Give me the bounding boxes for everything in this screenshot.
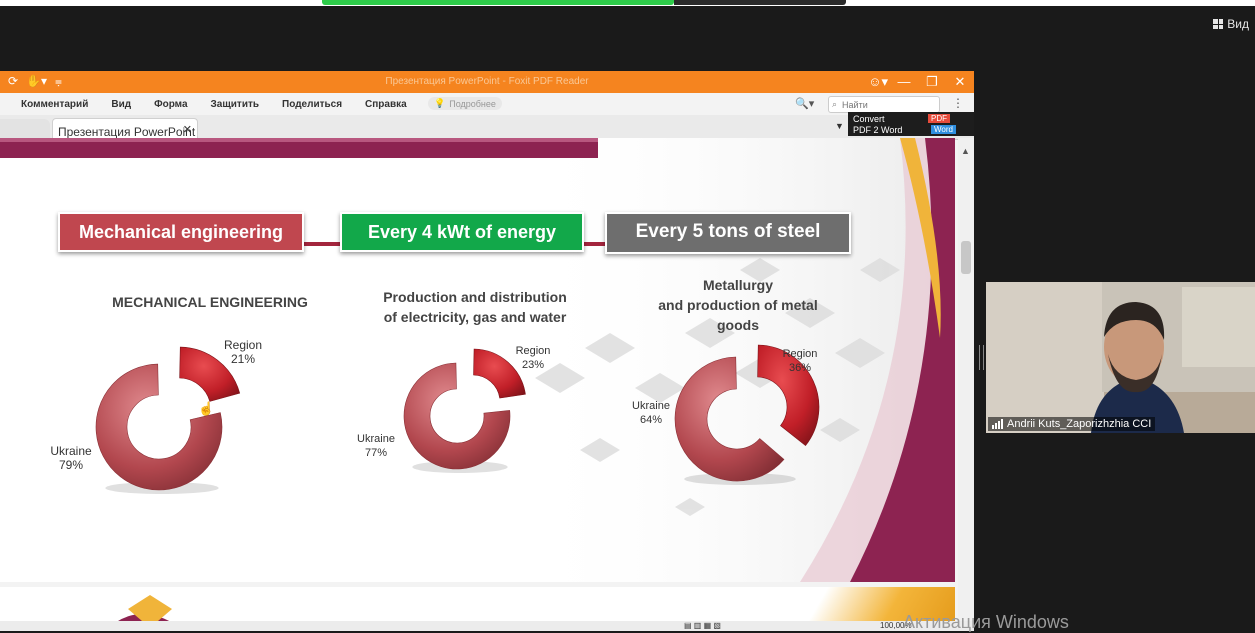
chart-3-region-label: Region 36% [770, 347, 830, 375]
chart-3-ukraine-name: Ukraine [632, 400, 670, 412]
chart-2-ukraine-value: 77% [364, 447, 388, 459]
pdf-badge: PDF [928, 114, 950, 123]
hand-cursor-icon: ☝ [198, 401, 215, 416]
grid-icon [1213, 19, 1224, 29]
menu-protect[interactable]: Защитить [211, 99, 260, 110]
page-view-icons[interactable]: ▤ ▥ ▦ ▧ [684, 621, 721, 630]
more-options-icon[interactable]: ⋮ [952, 96, 964, 110]
chart-1-ukraine-name: Ukraine [50, 444, 92, 458]
tab-document-label: Презентация PowerPoint [58, 125, 196, 139]
tab-list-chevron-icon[interactable]: ▼ [835, 121, 844, 131]
title-bar: ⟳ ✋▾ ⩦ Презентация PowerPoint - Foxit PD… [0, 71, 974, 93]
menu-comment[interactable]: Комментарий [21, 99, 88, 110]
status-bar: ▤ ▥ ▦ ▧ 100,00% [0, 621, 974, 631]
tab-home[interactable] [0, 119, 50, 139]
scroll-up-icon[interactable]: ▲ [961, 146, 970, 156]
chart-2-region-name: Region [515, 345, 551, 357]
chart-1-ukraine-label: Ukraine 79% [38, 444, 104, 472]
search-icon: ⌕ [832, 99, 838, 109]
signal-strength-icon [992, 419, 1003, 429]
lightbulb-icon: 💡 [434, 98, 446, 108]
view-button[interactable]: Вид [1213, 17, 1249, 31]
panel-resize-handle[interactable] [979, 345, 984, 370]
tell-me-box[interactable]: 💡 Подробнее [428, 97, 502, 110]
slide-page: Mechanical engineering Every 4 kWt of en… [0, 138, 955, 582]
chart-2-ukraine-name: Ukraine [357, 433, 395, 445]
window-controls: — ❐ ✕ [890, 71, 974, 93]
menu-view[interactable]: Вид [111, 99, 131, 110]
chart-2-region-value: 23% [521, 359, 545, 371]
minimize-icon[interactable]: — [890, 71, 918, 93]
menu-help[interactable]: Справка [365, 99, 407, 110]
menu-share[interactable]: Поделиться [282, 99, 342, 110]
tab-document[interactable]: Презентация PowerPoint ✕ [52, 118, 198, 140]
meeting-top-strip [0, 0, 1255, 6]
chart-2-ukraine-label: Ukraine 77% [346, 432, 406, 460]
view-button-label: Вид [1227, 17, 1249, 31]
pdf-reader-window: ⟳ ✋▾ ⩦ Презентация PowerPoint - Foxit PD… [0, 71, 974, 631]
chart-1-region-label: Region 21% [208, 338, 278, 366]
sharing-control-bar[interactable] [674, 0, 846, 5]
windows-activation-watermark: Активация Windows [903, 612, 1069, 632]
document-tab-bar: Презентация PowerPoint ✕ ▼ [0, 115, 974, 140]
window-title: Презентация PowerPoint - Foxit PDF Reade… [385, 76, 589, 87]
participant-name-label: Andrii Kuts_Zaporizhzhia CCI [988, 417, 1156, 431]
word-badge: Word [931, 125, 956, 134]
participant-video-feed [986, 282, 1255, 433]
sharing-indicator-bar[interactable] [322, 0, 674, 5]
search-input[interactable] [840, 98, 935, 111]
tell-me-label: Подробнее [449, 98, 496, 109]
account-icon[interactable]: ☺▾ [868, 74, 888, 90]
scroll-thumb[interactable] [961, 241, 971, 274]
menu-form[interactable]: Форма [154, 99, 187, 110]
chart-2-region-label: Region 23% [503, 344, 563, 372]
vertical-scrollbar[interactable]: ▲ ▼ [958, 138, 974, 631]
chart-3-ukraine-value: 64% [639, 414, 663, 426]
participant-video-tile[interactable]: Andrii Kuts_Zaporizhzhia CCI [986, 282, 1255, 433]
chart-3-region-name: Region [782, 348, 818, 360]
convert-line1: Convert [853, 114, 885, 124]
chart-3-region-value: 36% [788, 362, 812, 374]
close-icon[interactable]: ✕ [946, 71, 974, 93]
chart-3-ukraine-label: Ukraine 64% [621, 399, 681, 427]
menu-bar: Комментарий Вид Форма Защитить Поделитьс… [0, 93, 974, 115]
search-options-icon[interactable]: 🔍▾ [795, 97, 814, 110]
convert-pdf-to-word-banner[interactable]: Convert PDF 2 Word PDF Word [848, 112, 974, 136]
chart-1-region-value: 21% [230, 352, 256, 366]
convert-line2: PDF 2 Word [853, 125, 903, 135]
participant-name: Andrii Kuts_Zaporizhzhia CCI [1007, 418, 1152, 430]
search-box: ⌕ [828, 96, 940, 113]
restore-icon[interactable]: ❐ [918, 71, 946, 93]
chart-1-ukraine-value: 79% [58, 458, 84, 472]
chart-1-region-name: Region [223, 338, 263, 352]
tab-close-icon[interactable]: ✕ [183, 123, 192, 136]
